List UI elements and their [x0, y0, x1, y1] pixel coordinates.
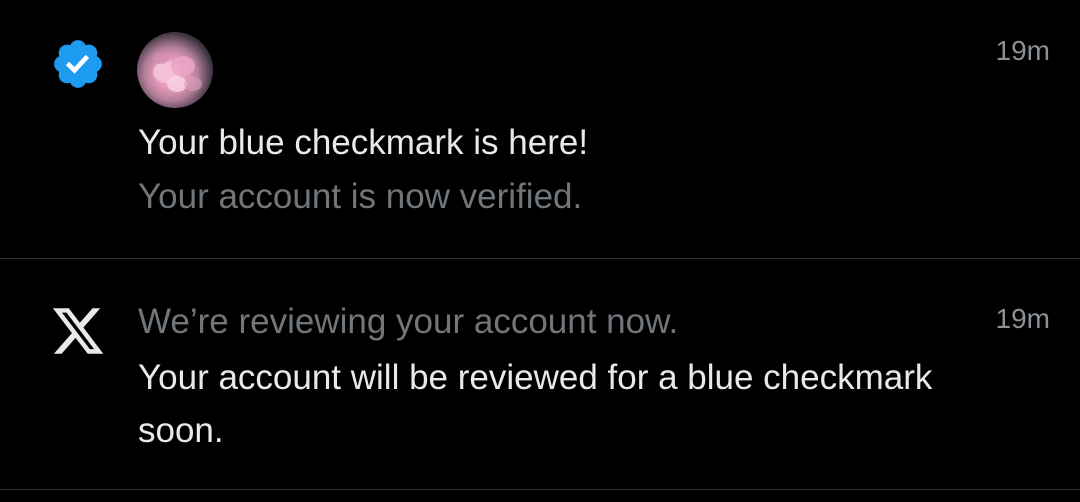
divider	[0, 489, 1080, 490]
verified-badge-icon	[50, 36, 106, 92]
timestamp: 19m	[995, 303, 1050, 334]
notifications-feed: 19m Your blue checkmark is here! Your ac…	[0, 0, 1080, 502]
notification-title: Your blue checkmark is here!	[138, 123, 589, 162]
avatar[interactable]	[137, 32, 213, 108]
timestamp: 19m	[995, 35, 1050, 66]
notification-subtitle: Your account is now verified.	[138, 177, 583, 216]
notification-title: We’re reviewing your account now.	[138, 302, 679, 341]
x-logo-icon	[50, 303, 106, 359]
notification-review[interactable]: 19m We’re reviewing your account now. Yo…	[0, 259, 1080, 489]
notification-verified[interactable]: 19m Your blue checkmark is here! Your ac…	[0, 0, 1080, 258]
notification-body: Your account will be reviewed for a blue…	[138, 358, 933, 450]
